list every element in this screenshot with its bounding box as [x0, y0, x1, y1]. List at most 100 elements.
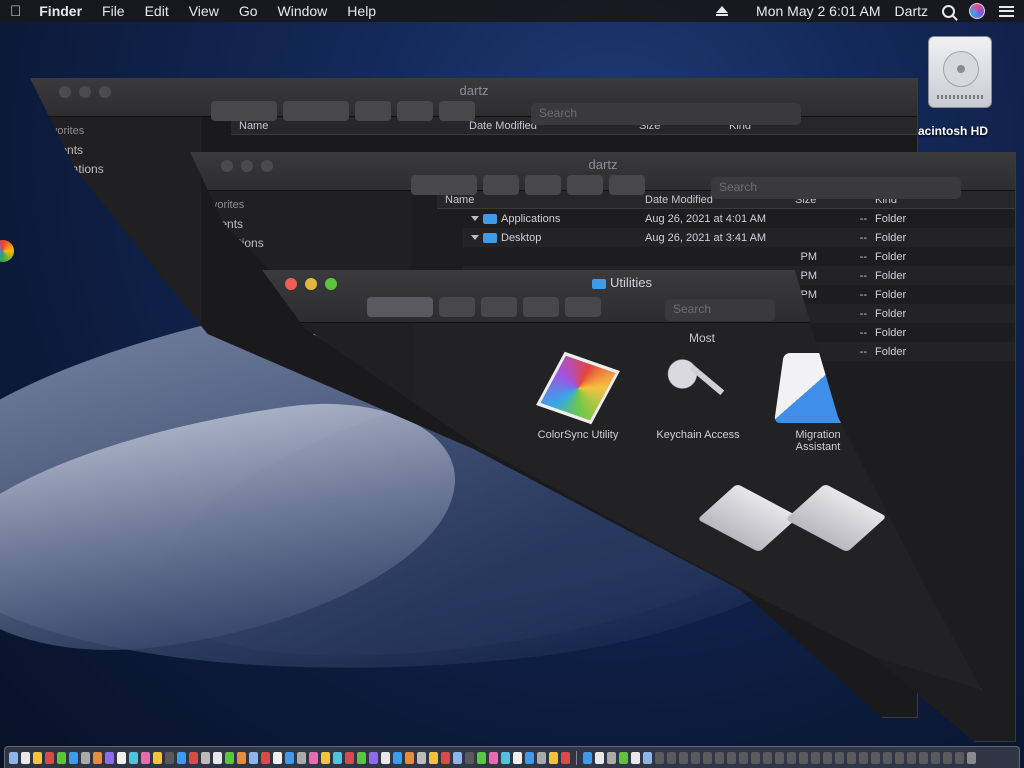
dock-app-icon[interactable] — [501, 751, 510, 764]
dock-app-icon[interactable] — [489, 751, 498, 764]
menu-clock[interactable]: Mon May 2 6:01 AM — [756, 3, 881, 19]
apple-menu-icon[interactable]:  — [10, 3, 21, 20]
group-button[interactable] — [439, 297, 475, 317]
menu-user[interactable]: Dartz — [895, 3, 928, 19]
dock-app-icon[interactable] — [81, 751, 90, 764]
dock-minimized-window[interactable] — [847, 751, 856, 764]
dock-app-icon[interactable] — [261, 751, 270, 764]
dock-minimized-window[interactable] — [775, 751, 784, 764]
menu-file[interactable]: File — [102, 3, 125, 19]
menu-help[interactable]: Help — [347, 3, 376, 19]
utility-app-icon[interactable] — [785, 483, 887, 553]
dock-app-icon[interactable] — [9, 751, 18, 764]
action-button[interactable] — [481, 297, 517, 317]
dock-minimized-window[interactable] — [763, 751, 772, 764]
dock-app-icon[interactable] — [285, 751, 294, 764]
dock-minimized-window[interactable] — [811, 751, 820, 764]
dock-app-icon[interactable] — [297, 751, 306, 764]
dock-app-icon[interactable] — [33, 751, 42, 764]
action-button[interactable] — [355, 101, 391, 121]
tag-button[interactable] — [565, 297, 601, 317]
share-button[interactable] — [397, 101, 433, 121]
view-mode-segment[interactable] — [211, 101, 277, 121]
dock-app-icon[interactable] — [69, 751, 78, 764]
dock-app-icon[interactable] — [441, 751, 450, 764]
window-titlebar[interactable]: dartz Search — [191, 153, 1015, 199]
dock-app-icon[interactable] — [381, 751, 390, 764]
table-row[interactable]: Applications Aug 26, 2021 at 4:01 AM -- … — [463, 209, 1015, 228]
utility-app-icon[interactable] — [697, 483, 799, 553]
dock-app-icon[interactable] — [321, 751, 330, 764]
colorsync-utility-item[interactable]: ColorSync Utility — [533, 351, 623, 453]
dock-minimized-window[interactable] — [919, 751, 928, 764]
sidebar-item-applications[interactable]: Applications — [39, 162, 193, 176]
keychain-access-item[interactable]: Keychain Access — [653, 353, 743, 453]
dock-app-icon[interactable] — [465, 751, 474, 764]
menu-app-finder[interactable]: Finder — [39, 3, 82, 19]
dock-app-icon[interactable] — [561, 751, 570, 764]
menu-edit[interactable]: Edit — [145, 3, 169, 19]
dock-minimized-window[interactable] — [907, 751, 916, 764]
dock-app-icon[interactable] — [643, 751, 652, 764]
dock-app-icon[interactable] — [345, 751, 354, 764]
share-button[interactable] — [567, 175, 603, 195]
tag-button[interactable] — [439, 101, 475, 121]
dock-app-icon[interactable] — [477, 751, 486, 764]
group-button[interactable] — [483, 175, 519, 195]
tag-button[interactable] — [609, 175, 645, 195]
dock-app-icon[interactable] — [525, 751, 534, 764]
dock-app-icon[interactable] — [607, 751, 616, 764]
share-button[interactable] — [523, 297, 559, 317]
dock-minimized-window[interactable] — [655, 751, 664, 764]
dock-app-icon[interactable] — [619, 751, 628, 764]
siri-icon[interactable] — [969, 3, 985, 19]
dock-app-icon[interactable] — [357, 751, 366, 764]
dock-minimized-window[interactable] — [679, 751, 688, 764]
dock-app-icon[interactable] — [45, 751, 54, 764]
dock-app-icon[interactable] — [213, 751, 222, 764]
dock-app-icon[interactable] — [537, 751, 546, 764]
dock-minimized-window[interactable] — [691, 751, 700, 764]
dock-minimized-window[interactable] — [895, 751, 904, 764]
dock-minimized-window[interactable] — [835, 751, 844, 764]
dock-minimized-window[interactable] — [943, 751, 952, 764]
disclosure-triangle-icon[interactable] — [471, 216, 479, 222]
menu-go[interactable]: Go — [239, 3, 258, 19]
search-input[interactable]: Search — [531, 103, 801, 125]
search-input[interactable]: Search — [711, 177, 961, 199]
dock-minimized-window[interactable] — [715, 751, 724, 764]
dock-app-icon[interactable] — [177, 751, 186, 764]
dock-app-icon[interactable] — [273, 751, 282, 764]
dock-minimized-window[interactable] — [739, 751, 748, 764]
spotlight-search-icon[interactable] — [942, 4, 955, 18]
menu-view[interactable]: View — [189, 3, 219, 19]
dock-minimized-window[interactable] — [859, 751, 868, 764]
col-name[interactable]: Name — [437, 194, 637, 206]
dock-app-icon[interactable] — [595, 751, 604, 764]
dock-app-icon[interactable] — [225, 751, 234, 764]
group-button[interactable] — [283, 101, 349, 121]
sidebar-item-recents[interactable]: Recents — [39, 143, 193, 157]
dock-app-icon[interactable] — [237, 751, 246, 764]
view-mode-segment[interactable] — [411, 175, 477, 195]
dock-app-icon[interactable] — [631, 751, 640, 764]
dock-minimized-window[interactable] — [667, 751, 676, 764]
dock-minimized-window[interactable] — [823, 751, 832, 764]
dock-app-icon[interactable] — [405, 751, 414, 764]
sidebar-item-recents[interactable]: Recents — [199, 217, 403, 231]
view-mode-segment[interactable] — [367, 297, 433, 317]
dock-minimized-window[interactable] — [727, 751, 736, 764]
dock-minimized-window[interactable] — [799, 751, 808, 764]
dock-minimized-window[interactable] — [871, 751, 880, 764]
table-row[interactable]: Desktop Aug 26, 2021 at 3:41 AM -- Folde… — [463, 228, 1015, 247]
dock-app-icon[interactable] — [189, 751, 198, 764]
dock-minimized-window[interactable] — [883, 751, 892, 764]
dock-folder-icon[interactable] — [583, 751, 592, 764]
action-button[interactable] — [525, 175, 561, 195]
dock-minimized-window[interactable] — [931, 751, 940, 764]
dock-app-icon[interactable] — [117, 751, 126, 764]
dock-app-icon[interactable] — [453, 751, 462, 764]
dock-app-icon[interactable] — [333, 751, 342, 764]
dock-trash-icon[interactable] — [967, 751, 976, 764]
disclosure-triangle-icon[interactable] — [471, 235, 479, 241]
